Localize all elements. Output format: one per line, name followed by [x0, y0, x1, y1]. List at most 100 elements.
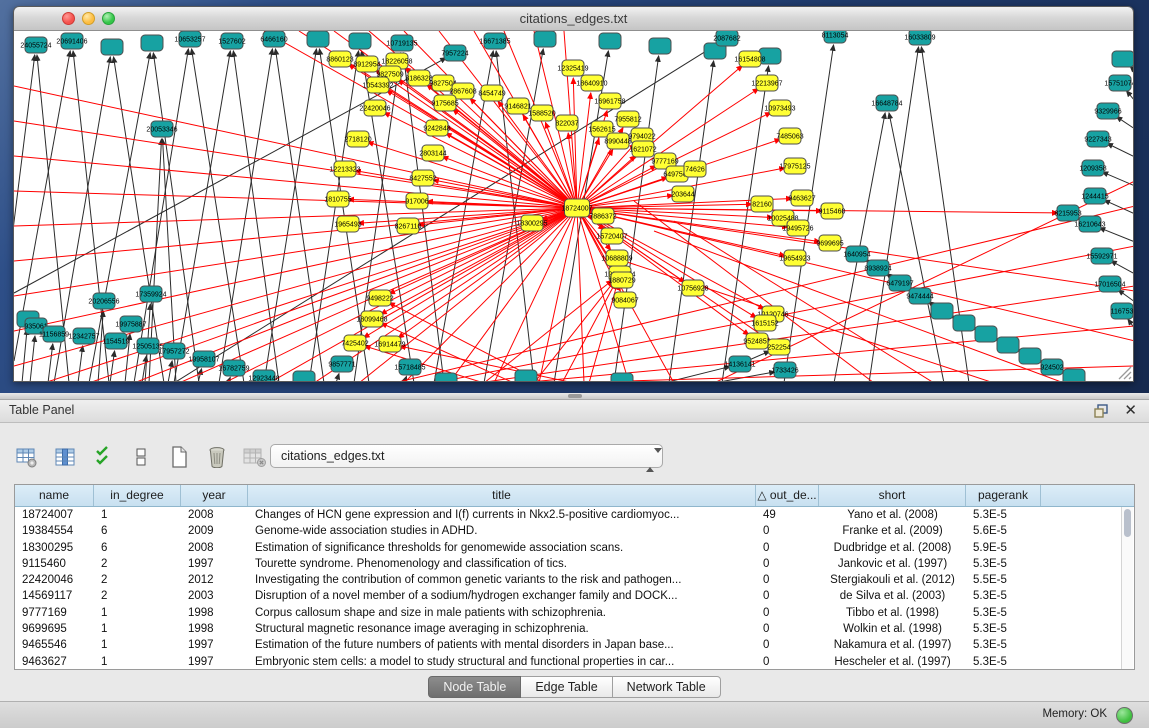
column-header-0[interactable]: name: [15, 485, 94, 506]
graph-node-label: 6466160: [260, 37, 287, 44]
table-cell: 1997: [181, 654, 248, 670]
graph-node[interactable]: [141, 35, 163, 51]
graph-node-label: 1733426: [771, 368, 798, 375]
graph-node[interactable]: [611, 373, 633, 382]
graph-node[interactable]: [1112, 51, 1134, 67]
graph-node-label: 18300295: [516, 221, 547, 228]
table-cell: 0: [756, 523, 819, 539]
table-cell: 5.3E-5: [966, 621, 1041, 637]
float-panel-icon[interactable]: [1093, 403, 1109, 419]
graph-edge: [14, 156, 577, 208]
graph-edge: [30, 336, 35, 382]
table-row[interactable]: 1830029562008Estimation of significance …: [15, 540, 1134, 556]
graph-edge: [404, 208, 577, 382]
graph-node-label: 19975887: [115, 322, 146, 329]
column-header-2[interactable]: year: [181, 485, 248, 506]
graph-node[interactable]: [1019, 348, 1041, 364]
graph-node[interactable]: [931, 303, 953, 319]
graph-node-label: 22420046: [359, 106, 390, 113]
splitter-handle-icon[interactable]: [568, 394, 582, 398]
graph-node-label: 16033809: [904, 35, 935, 42]
column-header-5[interactable]: short: [819, 485, 966, 506]
graph-edge: [479, 286, 1134, 382]
graph-edge: [1118, 290, 1134, 302]
rows-icon[interactable]: [128, 444, 154, 470]
vertical-scrollbar[interactable]: [1121, 507, 1133, 670]
graph-node-label: 1244415: [1081, 194, 1108, 201]
graph-node-label: 14136141: [724, 362, 755, 369]
table-row[interactable]: 977716911998Corpus callosum shape and si…: [15, 605, 1134, 621]
graph-node[interactable]: [599, 33, 621, 49]
graph-node-label: 1965493: [334, 222, 361, 229]
table-cell: 0: [756, 637, 819, 653]
graph-node-label: 12213323: [329, 167, 360, 174]
table-cell: Franke et al. (2009): [819, 523, 966, 539]
resize-grip-icon[interactable]: [1117, 365, 1133, 381]
window-titlebar[interactable]: citations_edges.txt: [14, 7, 1133, 31]
table-row[interactable]: 946362711997Embryonic stem cells: a mode…: [15, 654, 1134, 670]
graph-node[interactable]: [953, 315, 975, 331]
scrollbar-thumb[interactable]: [1124, 509, 1131, 537]
column-header-6[interactable]: pagerank: [966, 485, 1041, 506]
graph-node-label: 17016504: [1094, 282, 1125, 289]
table-cell: Jankovic et al. (1997): [819, 556, 966, 572]
table-cell: Hescheler et al. (1997): [819, 654, 966, 670]
graph-node-label: 924502: [1040, 365, 1063, 372]
graph-node-label: 10653257: [174, 37, 205, 44]
close-panel-icon[interactable]: ✕: [1124, 401, 1137, 419]
table-cell: 1998: [181, 621, 248, 637]
column-header-1[interactable]: in_degree: [94, 485, 181, 506]
graph-edge: [336, 374, 339, 382]
graph-node[interactable]: [649, 38, 671, 54]
graph-edge: [889, 113, 944, 382]
graph-node[interactable]: [307, 31, 329, 47]
graph-node[interactable]: [293, 371, 315, 382]
table-settings-icon[interactable]: [14, 444, 40, 470]
table-row[interactable]: 1938455462009Genome-wide association stu…: [15, 523, 1134, 539]
select-columns-icon[interactable]: [52, 444, 78, 470]
graph-node[interactable]: [1063, 369, 1085, 382]
memory-status-label: Memory: OK: [1042, 708, 1107, 720]
table-row[interactable]: 1872400712008Changes of HCN gene express…: [15, 507, 1134, 523]
memory-ok-indicator[interactable]: [1116, 707, 1133, 724]
graph-node[interactable]: [515, 370, 537, 382]
network-table-select[interactable]: citations_edges.txt: [270, 444, 663, 468]
tab-edge-table[interactable]: Edge Table: [521, 676, 612, 698]
graph-node[interactable]: [534, 31, 556, 47]
table-cell: 6: [94, 523, 181, 539]
table-cell: 2: [94, 556, 181, 572]
new-file-icon[interactable]: [166, 444, 192, 470]
graph-node-label: 9777169: [651, 159, 678, 166]
table-cell: 1: [94, 637, 181, 653]
graph-node[interactable]: [435, 373, 457, 382]
panel-splitter[interactable]: [0, 393, 1149, 400]
column-header-3[interactable]: title: [248, 485, 756, 506]
delete-table-icon[interactable]: [242, 444, 268, 470]
table-row[interactable]: 969969511998Structural magnetic resonanc…: [15, 621, 1134, 637]
graph-node[interactable]: [101, 39, 123, 55]
tab-network-table[interactable]: Network Table: [613, 676, 721, 698]
graph-edge: [577, 208, 584, 382]
trash-icon[interactable]: [204, 444, 230, 470]
graph-edge: [534, 282, 614, 382]
checkmarks-icon[interactable]: [90, 444, 116, 470]
graph-node-label: 9146821: [504, 104, 531, 111]
table-row[interactable]: 2242004622012Investigating the contribut…: [15, 572, 1134, 588]
citation-graph[interactable]: 2405572420691406106532571527602646616010…: [14, 31, 1134, 382]
table-cell: 49: [756, 507, 819, 523]
table-row[interactable]: 911546021997Tourette syndrome. Phenomeno…: [15, 556, 1134, 572]
graph-node[interactable]: [975, 326, 997, 342]
table-row[interactable]: 946554611997Estimation of the future num…: [15, 637, 1134, 653]
table-cell: 0: [756, 556, 819, 572]
graph-edge: [198, 369, 202, 382]
graph-node[interactable]: [349, 33, 371, 49]
table-row[interactable]: 1456911722003Disruption of a novel membe…: [15, 588, 1134, 604]
graph-node-label: 18724007: [561, 206, 592, 213]
graph-node-label: 12213967: [751, 81, 782, 88]
graph-node[interactable]: [997, 337, 1019, 353]
table-cell: 5.3E-5: [966, 654, 1041, 670]
tab-node-table[interactable]: Node Table: [428, 676, 521, 698]
network-canvas[interactable]: 2405572420691406106532571527602646616010…: [14, 31, 1134, 382]
graph-node-label: 8860123: [326, 57, 353, 64]
column-header-4[interactable]: △ out_de...: [756, 485, 819, 506]
